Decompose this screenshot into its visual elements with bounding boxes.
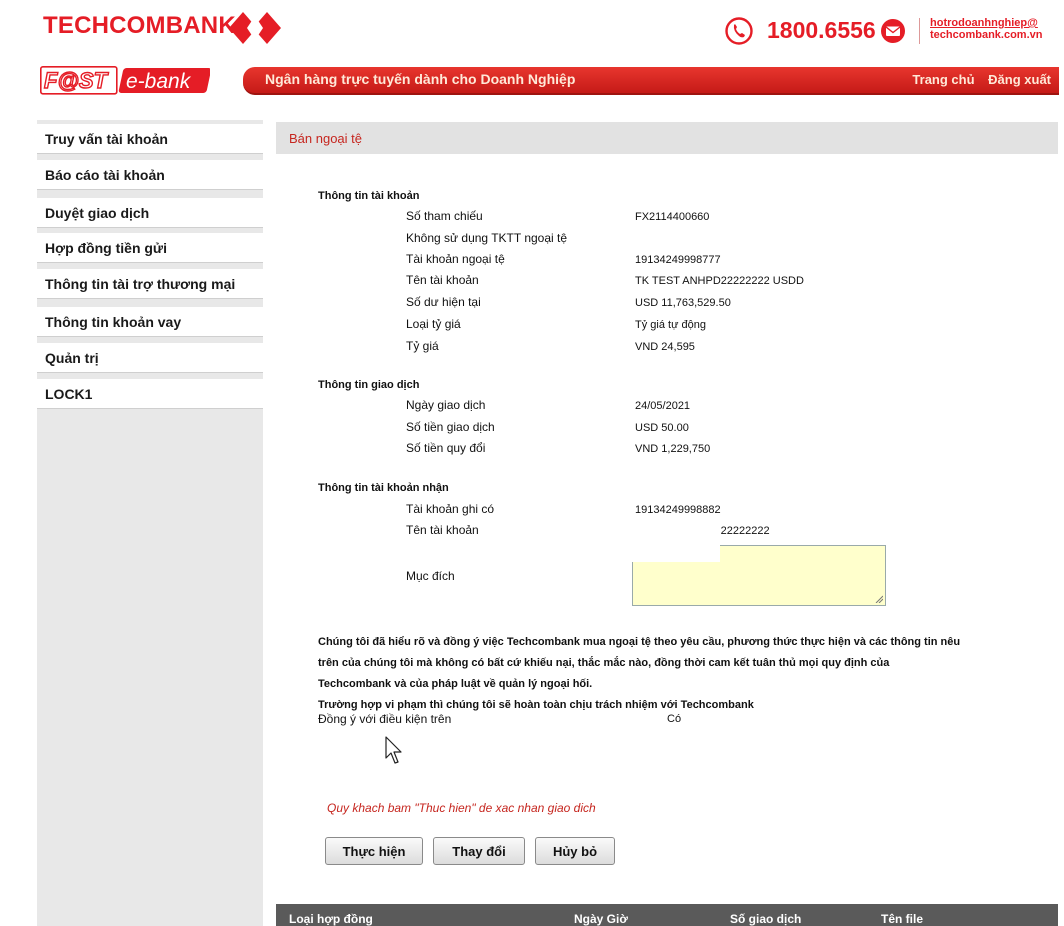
field-label: Số dư hiện tại [406, 295, 481, 309]
sidebar-item-approve-transactions[interactable]: Duyệt giao dịch [37, 198, 263, 228]
sidebar-item-account-inquiry[interactable]: Truy vấn tài khoản [37, 124, 263, 154]
page-title-bar: Bán ngoại tệ [276, 122, 1058, 154]
support-email[interactable]: hotrodoanhnghiep@ techcombank.com.vn [930, 17, 1042, 41]
terms-text: Chúng tôi đã hiểu rõ và đồng ý việc Tech… [318, 636, 961, 711]
change-button[interactable]: Thay đổi [433, 837, 525, 865]
agree-value: Có [667, 713, 682, 725]
field-value: )22222222 [717, 525, 770, 537]
field-label: Không sử dụng TKTT ngoại tệ [406, 231, 568, 245]
field-label: Tài khoản ngoại tệ [406, 252, 505, 266]
home-link[interactable]: Trang chủ [912, 72, 974, 87]
field-label: Số tham chiếu [406, 209, 483, 223]
resize-grip-icon[interactable] [875, 595, 883, 603]
confirm-hint: Quy khach bam "Thuc hien" de xac nhan gi… [327, 801, 596, 815]
field-value: FX2114400660 [635, 211, 710, 223]
mail-icon [881, 19, 905, 43]
svg-text:F@ST: F@ST [44, 68, 109, 93]
field-label: Tên tài khoản [406, 523, 479, 537]
field-value: Tỷ giá tự động [635, 319, 706, 331]
field-value: USD 11,763,529.50 [635, 297, 731, 309]
section-account-info: Thông tin tài khoản [318, 190, 420, 202]
agree-label: Đồng ý với điều kiện trên [318, 712, 452, 726]
sidebar-item-account-report[interactable]: Báo cáo tài khoản [37, 160, 263, 190]
hotline-number: 1800.6556 [767, 17, 876, 43]
mouse-cursor-icon [385, 736, 402, 764]
header-divider [919, 18, 920, 44]
field-value: 24/05/2021 [635, 400, 691, 412]
page-title: Bán ngoại tệ [289, 131, 363, 146]
submit-button[interactable]: Thực hiện [325, 837, 423, 865]
field-value: VND 1,229,750 [635, 443, 711, 455]
field-label: Tên tài khoản [406, 273, 479, 287]
column-header[interactable]: Loại hợp đồng [289, 912, 373, 926]
logout-link[interactable]: Đăng xuất [988, 72, 1051, 87]
techcombank-diamond-icon [229, 12, 281, 44]
field-label: Số tiền giao dịch [406, 420, 495, 434]
sidebar-item-lock1[interactable]: LOCK1 [37, 379, 263, 409]
red-banner: Ngân hàng trực tuyến dành cho Doanh Nghi… [243, 67, 1059, 95]
table-header: Loại hợp đồng Ngày Giờ Số giao dịch Tên … [276, 904, 1058, 926]
field-value: VND 24,595 [635, 341, 695, 353]
column-header[interactable]: Ngày Giờ [574, 912, 628, 926]
fast-ebank-logo: F@ST e-bank [40, 66, 210, 96]
sidebar: Truy vấn tài khoản Báo cáo tài khoản Duy… [37, 120, 263, 926]
field-label: Tài khoản ghi có [406, 502, 495, 516]
field-label: Loại tỷ giá [406, 317, 461, 331]
cancel-button[interactable]: Hủy bỏ [535, 837, 615, 865]
field-value: 19134249998777 [635, 254, 721, 266]
top-header: TECHCOMBANK 1800.6556 hotrodoanhnghiep@ … [0, 0, 1064, 60]
banner-title: Ngân hàng trực tuyến dành cho Doanh Nghi… [265, 71, 576, 87]
phone-icon [725, 17, 753, 45]
field-label: Mục đích [406, 569, 455, 583]
field-label: Ngày giao dịch [406, 398, 486, 412]
banner-links: Trang chủ Đăng xuất [902, 72, 1051, 87]
field-value: TK TEST ANHPD22222222 USDD [635, 275, 804, 287]
sidebar-item-trade-finance[interactable]: Thông tin tài trợ thương mại [37, 269, 263, 299]
redaction-box [630, 520, 720, 562]
svg-text:e-bank: e-bank [126, 70, 192, 93]
field-value: 19134249998882 [635, 504, 721, 516]
techcombank-logo-text[interactable]: TECHCOMBANK [43, 12, 236, 40]
column-header[interactable]: Số giao dịch [730, 912, 801, 926]
sidebar-item-admin[interactable]: Quản trị [37, 343, 263, 373]
field-label: Số tiền quy đổi [406, 441, 486, 455]
column-header[interactable]: Tên file [881, 912, 923, 926]
section-transaction-info: Thông tin giao dịch [318, 379, 420, 391]
sidebar-item-loans[interactable]: Thông tin khoản vay [37, 307, 263, 337]
sidebar-item-deposit-contracts[interactable]: Hợp đồng tiền gửi [37, 233, 263, 263]
section-receiver-info: Thông tin tài khoản nhận [318, 482, 449, 494]
field-label: Tỷ giá [406, 339, 439, 353]
field-value: USD 50.00 [635, 422, 689, 434]
